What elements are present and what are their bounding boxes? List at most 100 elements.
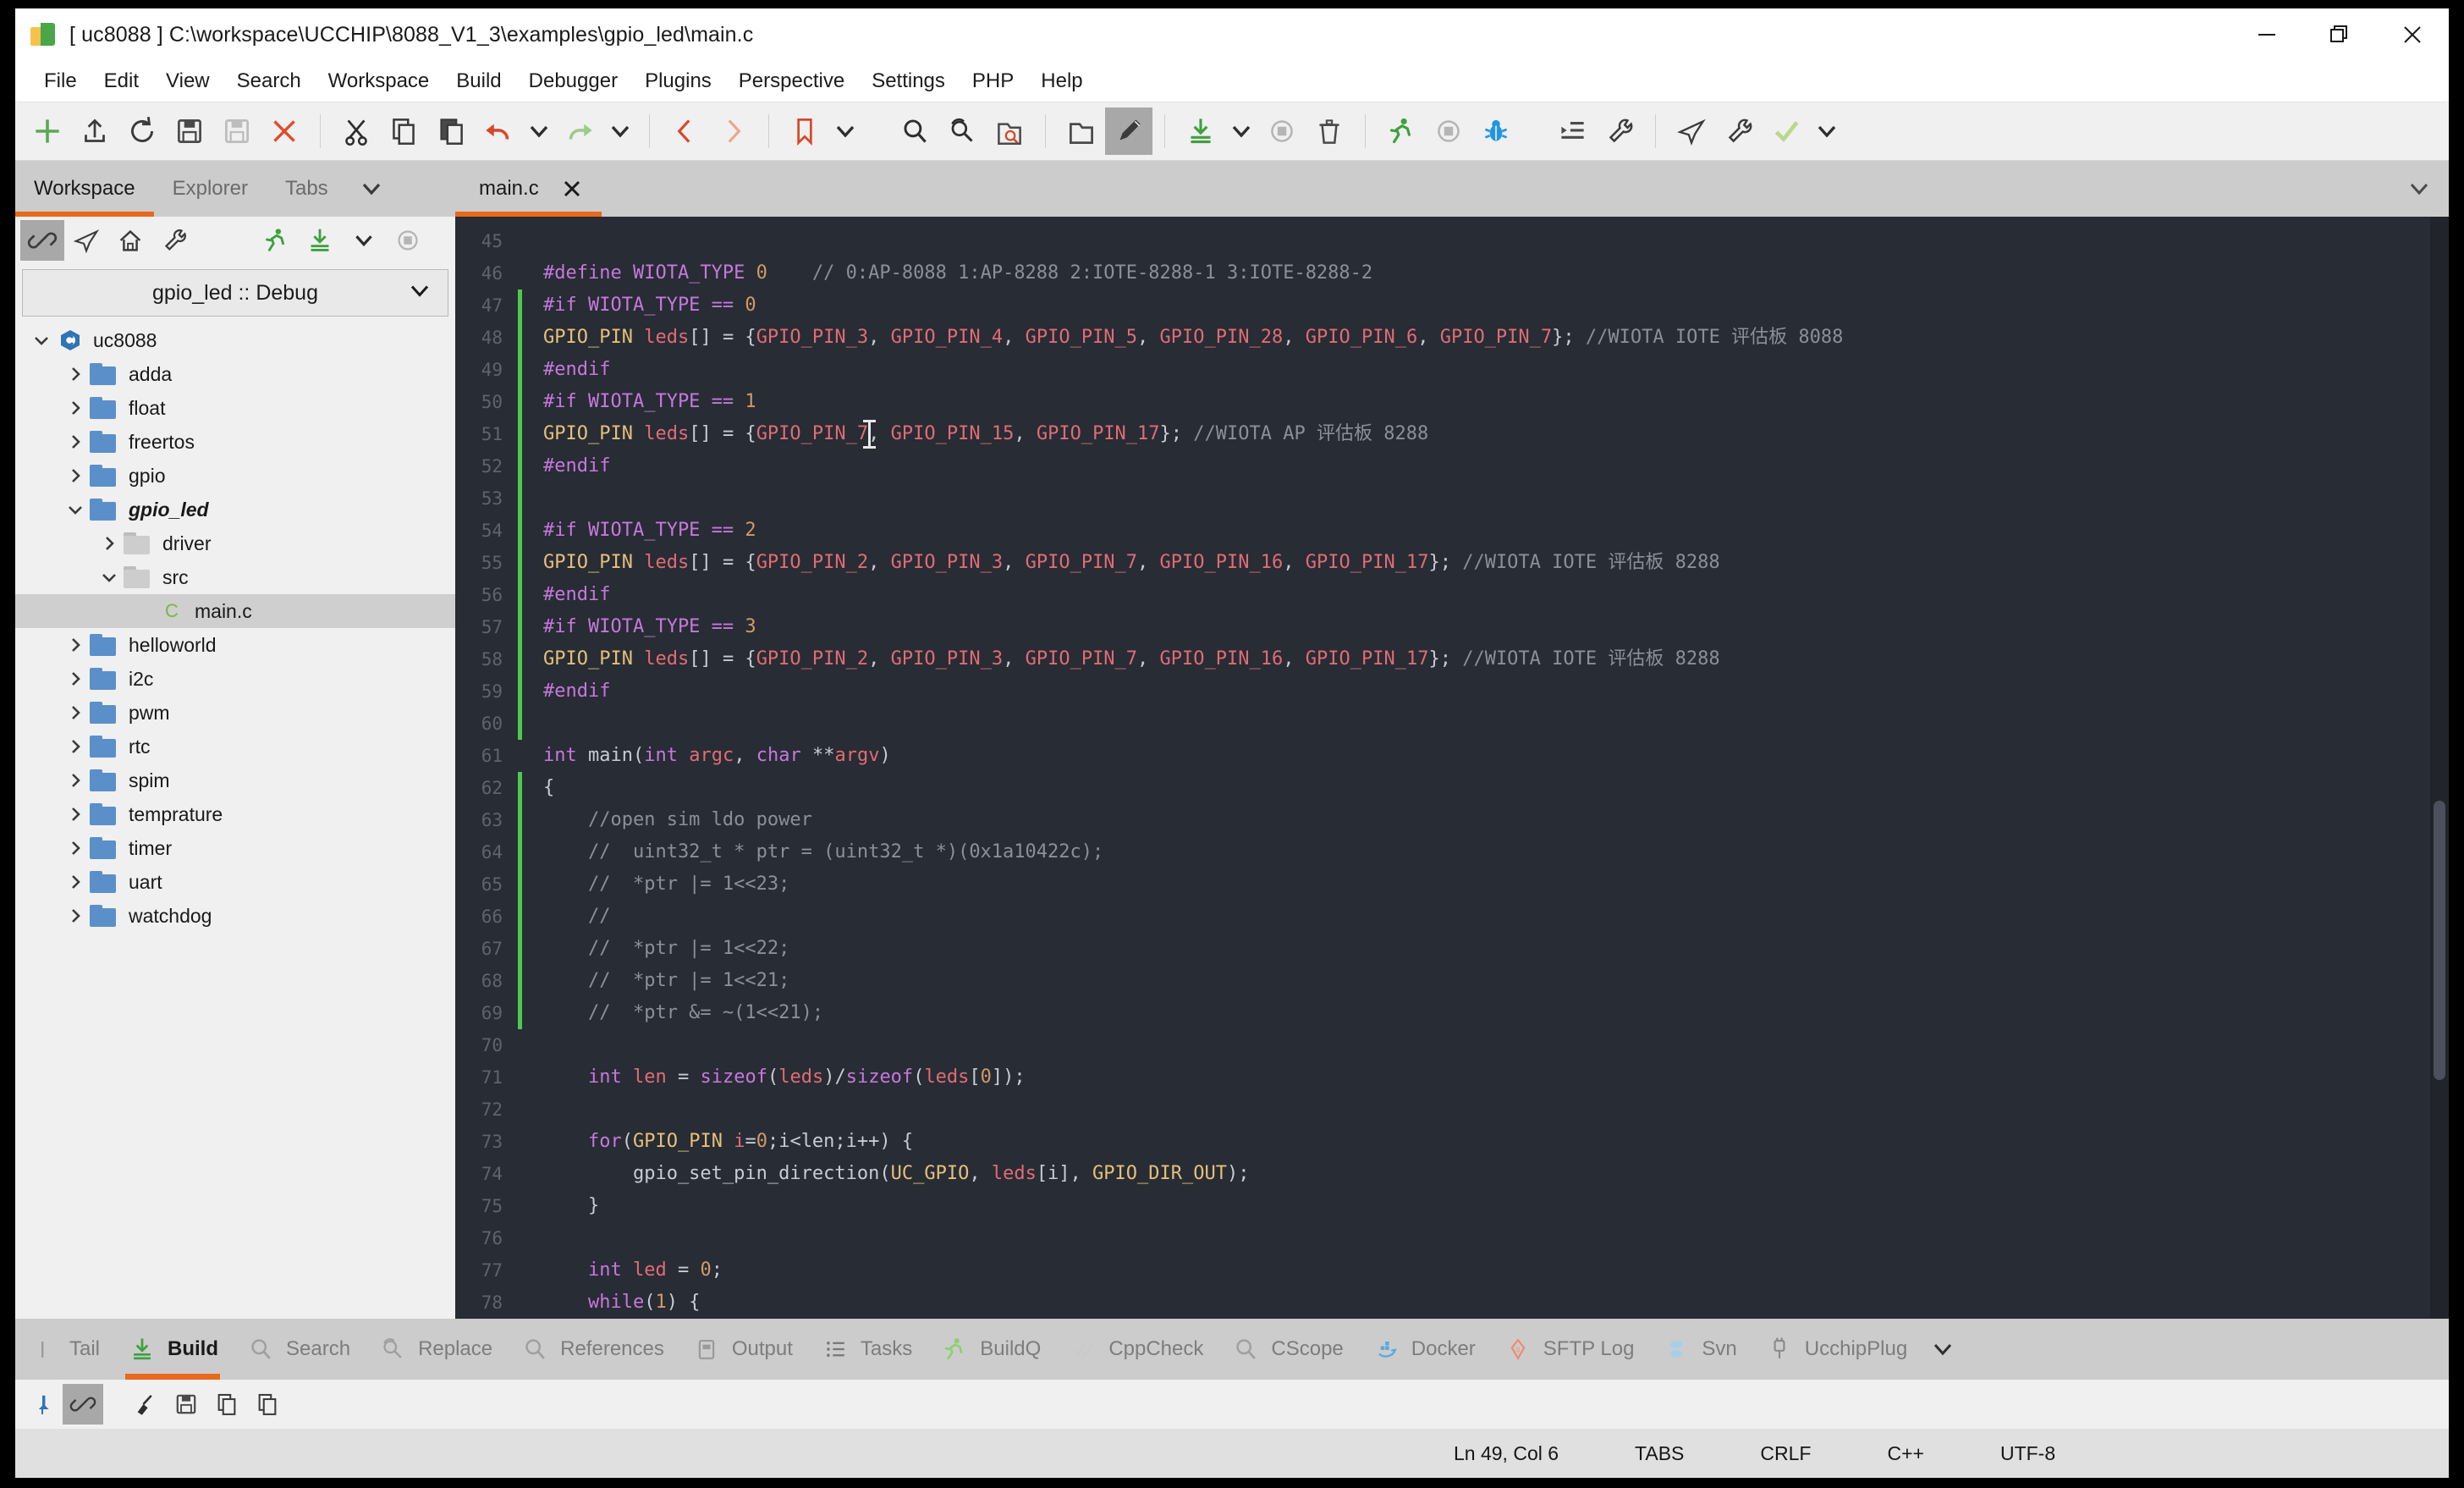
code-line[interactable]: int led = 0; <box>543 1254 2449 1287</box>
status-language[interactable]: C++ <box>1887 1442 1923 1465</box>
code-line[interactable]: { <box>543 772 2449 804</box>
code-line[interactable] <box>543 482 2449 515</box>
chevron-down-icon[interactable] <box>1921 1319 1965 1380</box>
find-icon[interactable] <box>891 107 938 155</box>
build-dropdown-icon[interactable] <box>342 220 386 261</box>
menu-item-workspace[interactable]: Workspace <box>315 66 443 96</box>
code-line[interactable] <box>543 225 2449 257</box>
chevron-right-icon[interactable] <box>61 907 90 925</box>
code-line[interactable]: while(1) { <box>543 1287 2449 1319</box>
indent-icon[interactable] <box>1548 107 1596 155</box>
chevron-right-icon[interactable] <box>61 839 90 857</box>
stop-icon[interactable] <box>386 220 430 261</box>
home-icon[interactable] <box>108 220 152 261</box>
pin-icon[interactable] <box>22 1384 63 1425</box>
debug-icon[interactable] <box>1472 107 1520 155</box>
bottom-tab-output[interactable]: Output <box>678 1319 806 1380</box>
tree-node-driver[interactable]: driver <box>15 526 455 560</box>
check-icon[interactable] <box>1763 107 1810 155</box>
settings-wrench-icon[interactable] <box>1596 107 1643 155</box>
code-editor[interactable]: 45 46 47 48 49 50 51 52 53 54 55 56 57 58 59 60 61 62 63 64… <box>455 217 2449 1319</box>
stop-build-icon[interactable] <box>1258 107 1306 155</box>
send-icon[interactable] <box>64 220 108 261</box>
redo-icon[interactable] <box>556 107 603 155</box>
code-line[interactable]: GPIO_PIN leds[] = {GPIO_PIN_2, GPIO_PIN_… <box>543 547 2449 579</box>
tree-node-pwm[interactable]: pwm <box>15 696 455 730</box>
edit-mode-icon[interactable] <box>1105 107 1152 155</box>
editor-vertical-scrollbar[interactable] <box>2430 217 2449 1319</box>
code-line[interactable]: #if WIOTA_TYPE == 2 <box>543 515 2449 547</box>
undo-dropdown-icon[interactable] <box>522 107 556 155</box>
menu-item-edit[interactable]: Edit <box>91 66 152 96</box>
link-workspace-icon[interactable] <box>20 220 64 261</box>
chevron-right-icon[interactable] <box>61 805 90 824</box>
code-line[interactable]: #define WIOTA_TYPE 0 // 0:AP-8088 1:AP-8… <box>543 257 2449 289</box>
navigate-forward-icon[interactable] <box>709 107 756 155</box>
restore-icon[interactable] <box>2303 8 2376 61</box>
menu-item-view[interactable]: View <box>152 66 223 96</box>
chevron-right-icon[interactable] <box>61 636 90 654</box>
code-line[interactable]: #if WIOTA_TYPE == 3 <box>543 611 2449 643</box>
chevron-right-icon[interactable] <box>61 433 90 451</box>
code-line[interactable]: GPIO_PIN leds[] = {GPIO_PIN_3, GPIO_PIN_… <box>543 322 2449 354</box>
tree-node-main-c[interactable]: Cmain.c <box>15 594 455 628</box>
code-line[interactable]: #endif <box>543 354 2449 386</box>
close-file-icon[interactable] <box>261 107 308 155</box>
tree-node-spim[interactable]: spim <box>15 763 455 797</box>
code-line[interactable]: // *ptr |= 1<<22; <box>543 933 2449 965</box>
status-tabs[interactable]: TABS <box>1635 1442 1684 1465</box>
status-encoding[interactable]: UTF-8 <box>2000 1442 2055 1465</box>
editor-tab-main-c[interactable]: main.c <box>455 161 602 217</box>
code-line[interactable] <box>543 1094 2449 1126</box>
bottom-tab-sftp-log[interactable]: S SFTP Log <box>1489 1319 1648 1380</box>
bottom-tab-buildq[interactable]: BuildQ <box>926 1319 1054 1380</box>
minimize-icon[interactable] <box>2230 8 2303 61</box>
bottom-tab-tasks[interactable]: Tasks <box>806 1319 926 1380</box>
tree-node-rtc[interactable]: rtc <box>15 730 455 763</box>
bottom-tab-cppcheck[interactable]: CppCheck <box>1054 1319 1217 1380</box>
code-line[interactable]: int len = sizeof(leds)/sizeof(leds[0]); <box>543 1061 2449 1094</box>
tree-node-temprature[interactable]: temprature <box>15 797 455 831</box>
tree-node-src[interactable]: src <box>15 560 455 594</box>
run-icon[interactable] <box>254 220 298 261</box>
close-icon[interactable] <box>561 178 583 200</box>
chevron-down-icon[interactable] <box>2390 161 2449 217</box>
tree-node-gpio_led[interactable]: gpio_led <box>15 493 455 526</box>
undo-icon[interactable] <box>475 107 522 155</box>
code-area[interactable]: #define WIOTA_TYPE 0 // 0:AP-8088 1:AP-8… <box>523 217 2449 1319</box>
tree-node-helloworld[interactable]: helloworld <box>15 628 455 662</box>
chevron-right-icon[interactable] <box>61 466 90 485</box>
bottom-tab-ucchipplug[interactable]: UcchipPlug <box>1751 1319 1921 1380</box>
code-line[interactable]: for(GPIO_PIN i=0;i<len;i++) { <box>543 1126 2449 1158</box>
left-tab-explorer[interactable]: Explorer <box>154 161 267 217</box>
clear-icon[interactable] <box>125 1384 166 1425</box>
tree-node-uc8088[interactable]: uc8088 <box>15 323 455 357</box>
tree-node-gpio[interactable]: gpio <box>15 459 455 493</box>
clean-icon[interactable] <box>1306 107 1353 155</box>
menu-item-debugger[interactable]: Debugger <box>515 66 631 96</box>
menu-item-help[interactable]: Help <box>1027 66 1096 96</box>
tree-node-float[interactable]: float <box>15 391 455 425</box>
chevron-right-icon[interactable] <box>61 365 90 383</box>
code-line[interactable]: //open sim ldo power <box>543 804 2449 836</box>
code-line[interactable]: #endif <box>543 579 2449 611</box>
code-line[interactable] <box>543 708 2449 740</box>
save-file-icon[interactable] <box>166 107 213 155</box>
code-line[interactable]: gpio_set_pin_direction(UC_GPIO, leds[i],… <box>543 1158 2449 1190</box>
tree-node-adda[interactable]: adda <box>15 357 455 391</box>
left-tab-workspace[interactable]: Workspace <box>15 161 154 217</box>
chevron-right-icon[interactable] <box>61 737 90 756</box>
code-line[interactable]: #if WIOTA_TYPE == 1 <box>543 386 2449 418</box>
bottom-tab-build[interactable]: Build <box>113 1319 232 1380</box>
menu-item-search[interactable]: Search <box>223 66 315 96</box>
stop-run-icon[interactable] <box>1425 107 1472 155</box>
copy-all-icon[interactable] <box>247 1384 288 1425</box>
bottom-tab-docker[interactable]: Docker <box>1357 1319 1489 1380</box>
code-line[interactable]: int main(int argc, char **argv) <box>543 740 2449 772</box>
copy-icon[interactable] <box>380 107 427 155</box>
code-line[interactable]: GPIO_PIN leds[] = {GPIO_PIN_2, GPIO_PIN_… <box>543 643 2449 675</box>
link-icon[interactable] <box>63 1384 103 1425</box>
find-in-files-icon[interactable] <box>986 107 1033 155</box>
status-line-ending[interactable]: CRLF <box>1760 1442 1811 1465</box>
code-line[interactable]: GPIO_PIN leds[] = {GPIO_PIN_7, GPIO_PIN_… <box>543 418 2449 450</box>
